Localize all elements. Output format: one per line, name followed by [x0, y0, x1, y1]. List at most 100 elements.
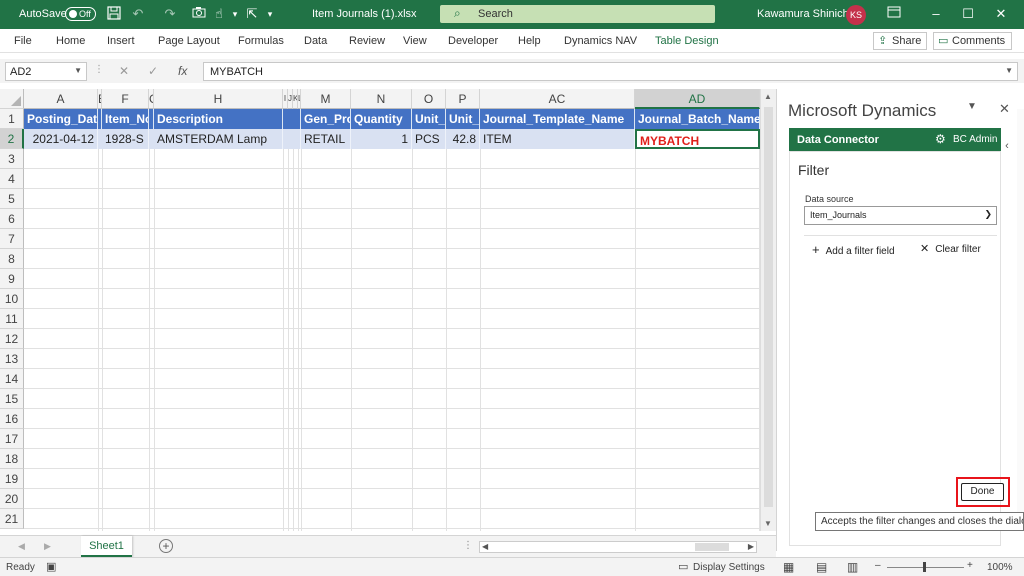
tab-home[interactable]: Home [56, 35, 85, 47]
scroll-up-icon[interactable]: ▲ [764, 92, 772, 101]
display-settings-label[interactable]: Display Settings [693, 562, 765, 573]
data-cell[interactable] [283, 129, 301, 149]
macro-record-icon[interactable]: ▣ [46, 560, 56, 573]
sheet-tab[interactable]: Sheet1 [81, 536, 132, 557]
save-icon[interactable] [106, 6, 122, 24]
row-header[interactable]: 19 [0, 469, 24, 489]
camera-icon[interactable] [191, 6, 207, 22]
enter-icon[interactable]: ✓ [148, 64, 158, 78]
column-header[interactable]: N [351, 89, 412, 109]
pane-scrollbar[interactable] [1017, 109, 1024, 529]
scroll-down-icon[interactable]: ▼ [764, 519, 772, 528]
column-header[interactable]: M [301, 89, 351, 109]
row-header[interactable]: 16 [0, 409, 24, 429]
prev-sheet-icon[interactable]: ◀ [18, 541, 25, 552]
close-icon[interactable]: ✕ [993, 6, 1009, 22]
comments-button[interactable]: ▭ Comments [933, 32, 1012, 50]
tab-view[interactable]: View [403, 35, 427, 47]
row-header[interactable]: 20 [0, 489, 24, 509]
next-sheet-icon[interactable]: ▶ [44, 541, 51, 552]
header-cell[interactable] [283, 109, 301, 129]
row-header[interactable]: 13 [0, 349, 24, 369]
column-header[interactable]: A [24, 89, 98, 109]
row-header[interactable]: 14 [0, 369, 24, 389]
data-source-select[interactable]: Item_Journals ❯ [804, 206, 997, 225]
row-header[interactable]: 17 [0, 429, 24, 449]
pane-close-icon[interactable]: ✕ [999, 101, 1010, 117]
row-header[interactable]: 9 [0, 269, 24, 289]
data-cell[interactable]: RETAIL [301, 129, 351, 149]
search-box[interactable]: ⌕ Search [440, 5, 715, 23]
collapse-icon[interactable]: ‹ [1001, 134, 1013, 158]
data-cell[interactable]: 1 [351, 129, 412, 149]
header-cell[interactable]: Journal_Template_Name [480, 109, 635, 129]
tab-insert[interactable]: Insert [107, 35, 135, 47]
splitter-icon[interactable]: ⋮ [463, 540, 473, 551]
column-header[interactable]: F [102, 89, 149, 109]
row-header[interactable]: 8 [0, 249, 24, 269]
row-header[interactable]: 2 [0, 129, 24, 149]
header-cell[interactable]: Gen_Prod [301, 109, 351, 129]
tab-data[interactable]: Data [304, 35, 327, 47]
data-cell[interactable]: 42.8 [446, 129, 480, 149]
data-cell[interactable]: ITEM [480, 129, 635, 149]
header-cell[interactable]: Item_No [102, 109, 149, 129]
column-header[interactable]: AC [480, 89, 635, 109]
customize-icon[interactable]: ▾ [262, 6, 278, 22]
row-header[interactable]: 10 [0, 289, 24, 309]
done-button[interactable]: Done [961, 483, 1004, 501]
zoom-level[interactable]: 100% [987, 562, 1013, 573]
header-cell[interactable]: Unit_ [446, 109, 480, 129]
formula-input[interactable]: MYBATCH ▼ [203, 62, 1018, 81]
row-header[interactable]: 21 [0, 509, 24, 529]
select-all-corner[interactable] [0, 89, 24, 109]
data-cell[interactable]: AMSTERDAM Lamp [154, 129, 283, 149]
header-cell[interactable]: Unit_ [412, 109, 446, 129]
pane-options-icon[interactable]: ▼ [967, 101, 977, 112]
row-header[interactable]: 15 [0, 389, 24, 409]
row-header[interactable]: 5 [0, 189, 24, 209]
row-header[interactable]: 1 [0, 109, 24, 129]
vertical-scrollbar[interactable]: ▲ ▼ [760, 89, 776, 531]
scroll-left-icon[interactable]: ◀ [482, 542, 488, 551]
display-settings-icon[interactable]: ▭ [678, 560, 688, 573]
column-header[interactable]: P [446, 89, 480, 109]
horizontal-scrollbar[interactable]: ◀ ▶ [479, 541, 757, 553]
redo-icon[interactable]: ↷ [162, 6, 178, 22]
avatar[interactable]: KS [846, 5, 866, 25]
ribbon-display-icon[interactable] [886, 6, 902, 22]
autosave-toggle[interactable]: Off [65, 7, 96, 21]
data-cell[interactable]: 2021-04-12 [24, 129, 98, 149]
tab-table-design[interactable]: Table Design [655, 35, 719, 47]
row-header[interactable]: 11 [0, 309, 24, 329]
worksheet-grid[interactable]: A E F G H I J K L M N O P AC AD Posting_… [0, 89, 776, 531]
tab-formulas[interactable]: Formulas [238, 35, 284, 47]
cancel-icon[interactable]: ✕ [119, 64, 129, 78]
pointer-icon[interactable]: ⇱ [244, 6, 260, 22]
add-sheet-icon[interactable]: + [159, 539, 173, 553]
row-header[interactable]: 7 [0, 229, 24, 249]
share-button[interactable]: ⇪ Share [873, 32, 927, 50]
column-header-selected[interactable]: AD [635, 89, 760, 109]
header-cell[interactable]: Journal_Batch_Name [635, 109, 760, 129]
column-header[interactable]: H [154, 89, 283, 109]
normal-view-icon[interactable]: ▦ [783, 560, 794, 574]
maximize-icon[interactable]: ☐ [960, 6, 976, 22]
tab-page-layout[interactable]: Page Layout [158, 35, 220, 47]
clear-filter-button[interactable]: ✕ Clear filter [920, 242, 981, 255]
scroll-right-icon[interactable]: ▶ [748, 542, 754, 551]
hscroll-thumb[interactable] [695, 543, 729, 551]
header-cell[interactable]: Quantity [351, 109, 412, 129]
name-box[interactable]: AD2 ▼ [5, 62, 87, 81]
data-cell[interactable]: PCS [412, 129, 446, 149]
add-filter-button[interactable]: + Add a filter field [812, 242, 895, 257]
zoom-out-icon[interactable]: – [875, 560, 881, 571]
page-layout-icon[interactable]: ▤ [816, 560, 827, 574]
page-break-icon[interactable]: ▥ [847, 560, 858, 574]
zoom-slider-thumb[interactable] [923, 562, 926, 572]
tab-file[interactable]: File [14, 35, 32, 47]
dropdown-icon[interactable]: ▾ [227, 6, 243, 22]
touch-mode-icon[interactable]: ☝ [211, 6, 227, 22]
undo-icon[interactable]: ↶ [130, 6, 146, 22]
row-header[interactable]: 12 [0, 329, 24, 349]
